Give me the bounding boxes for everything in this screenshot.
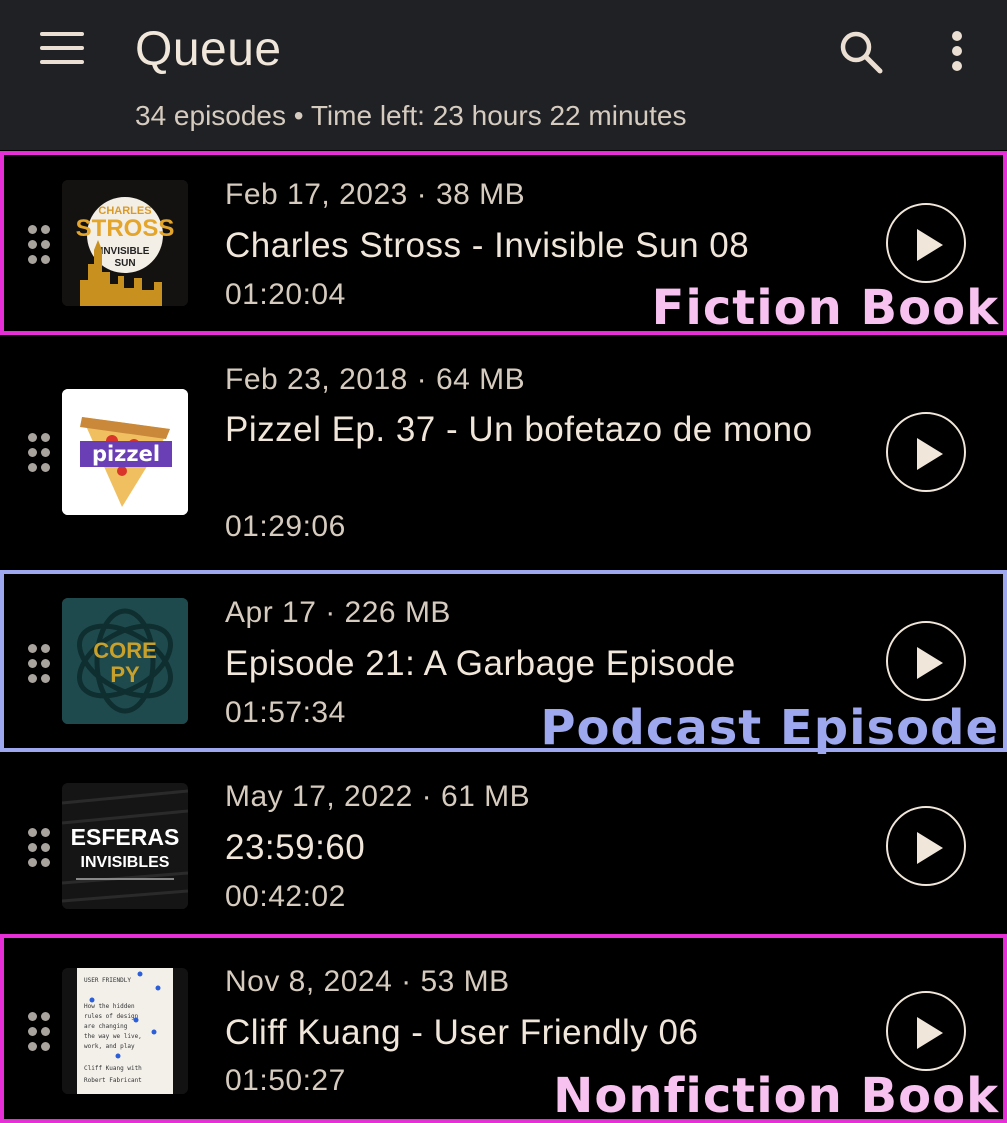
search-button[interactable] bbox=[836, 28, 886, 74]
cover-text: INVISIBLES bbox=[81, 854, 170, 871]
play-icon bbox=[917, 229, 943, 261]
queue-summary: 34 episodes • Time left: 23 hours 22 min… bbox=[135, 100, 687, 131]
cover-text: work, and play bbox=[84, 1043, 135, 1050]
queue-item[interactable]: pizzel Feb 23, 2018 · 64 MB Pizzel Ep. 3… bbox=[0, 336, 1007, 570]
drag-handle-icon[interactable] bbox=[28, 644, 52, 684]
menu-button[interactable] bbox=[36, 30, 88, 66]
cover-text: USER FRIENDLY bbox=[84, 977, 131, 984]
cover-text: STROSS bbox=[76, 215, 175, 242]
more-vertical-icon bbox=[952, 31, 962, 41]
episode-meta: May 17, 2022 · 61 MB bbox=[225, 780, 531, 813]
episode-title[interactable]: Pizzel Ep. 37 - Un bofetazo de mono bbox=[225, 406, 845, 454]
play-icon bbox=[917, 832, 943, 864]
episode-duration: 01:20:04 bbox=[225, 278, 346, 311]
episode-cover[interactable]: CHARLES STROSS INVISIBLE SUN bbox=[62, 180, 188, 306]
cover-text: INVISIBLE bbox=[101, 246, 150, 257]
cover-text: How the hidden bbox=[84, 1003, 135, 1010]
drag-handle-icon[interactable] bbox=[28, 828, 52, 868]
episode-title[interactable]: Charles Stross - Invisible Sun 08 bbox=[225, 222, 845, 270]
top-app-bar: Queue 34 episodes • Time left: 23 hours … bbox=[0, 0, 1007, 150]
episode-duration: 01:29:06 bbox=[225, 510, 346, 543]
cover-text: are changing bbox=[84, 1023, 128, 1030]
play-button[interactable] bbox=[886, 806, 966, 886]
episode-cover[interactable]: CORE PY bbox=[62, 598, 188, 724]
episode-meta: Feb 23, 2018 · 64 MB bbox=[225, 363, 526, 396]
episode-title[interactable]: 23:59:60 bbox=[225, 824, 845, 872]
episode-duration: 01:50:27 bbox=[225, 1064, 346, 1097]
episode-meta: Apr 17 · 226 MB bbox=[225, 596, 451, 629]
play-button[interactable] bbox=[886, 991, 966, 1071]
cover-text: the way we live, bbox=[84, 1033, 142, 1040]
cover-text: CORE bbox=[93, 638, 157, 663]
play-icon bbox=[917, 438, 943, 470]
more-options-button[interactable] bbox=[940, 28, 974, 74]
cover-text: ESFERAS bbox=[71, 824, 180, 850]
episode-meta: Nov 8, 2024 · 53 MB bbox=[225, 965, 510, 998]
page-title: Queue bbox=[135, 23, 282, 76]
play-button[interactable] bbox=[886, 203, 966, 283]
episode-title[interactable]: Episode 21: A Garbage Episode bbox=[225, 640, 845, 688]
queue-item[interactable]: ESFERAS INVISIBLES May 17, 2022 · 61 MB … bbox=[0, 754, 1007, 934]
cover-text: rules of design bbox=[84, 1013, 139, 1020]
episode-duration: 01:57:34 bbox=[225, 696, 346, 729]
search-icon bbox=[840, 31, 883, 74]
cover-text: Cliff Kuang with bbox=[84, 1065, 142, 1072]
cover-text: SUN bbox=[114, 258, 135, 269]
drag-handle-icon[interactable] bbox=[28, 1012, 52, 1052]
drag-handle-icon[interactable] bbox=[28, 225, 52, 265]
category-label: Podcast Episode bbox=[540, 700, 999, 756]
play-button[interactable] bbox=[886, 412, 966, 492]
episode-duration: 00:42:02 bbox=[225, 880, 346, 913]
cover-text: PY bbox=[110, 662, 140, 687]
drag-handle-icon[interactable] bbox=[28, 433, 52, 473]
play-button[interactable] bbox=[886, 621, 966, 701]
cover-text: Robert Fabricant bbox=[84, 1077, 142, 1084]
cover-text: pizzel bbox=[92, 442, 160, 466]
hamburger-menu-icon bbox=[40, 32, 84, 36]
episode-cover[interactable]: USER FRIENDLY How the hidden rules of de… bbox=[62, 968, 188, 1094]
episode-cover[interactable]: ESFERAS INVISIBLES bbox=[62, 783, 188, 909]
episode-meta: Feb 17, 2023 · 38 MB bbox=[225, 178, 526, 211]
category-label: Fiction Book bbox=[651, 280, 999, 336]
episode-title[interactable]: Cliff Kuang - User Friendly 06 bbox=[225, 1009, 845, 1057]
category-label: Nonfiction Book bbox=[553, 1068, 999, 1123]
play-icon bbox=[917, 647, 943, 679]
episode-cover[interactable]: pizzel bbox=[62, 389, 188, 515]
play-icon bbox=[917, 1017, 943, 1049]
